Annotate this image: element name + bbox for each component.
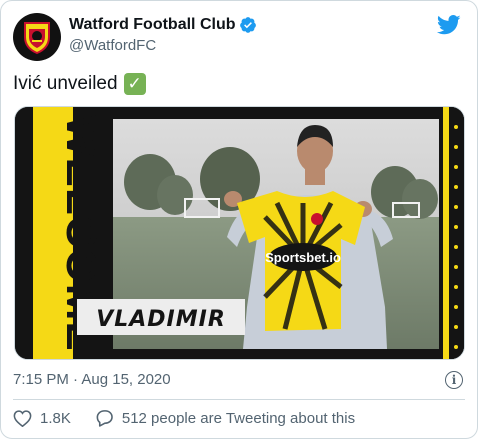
sponsor-text: Sportsbet.io xyxy=(265,250,341,265)
check-mark-emoji-icon: ✓ xyxy=(123,73,146,95)
action-bar: 1.8K 512 people are Tweeting about this xyxy=(13,409,355,427)
divider xyxy=(13,399,465,400)
info-icon[interactable]: i xyxy=(445,371,463,389)
welcome-graphic: WELCOME Sportsbet.io VLADIMIR xyxy=(15,107,464,359)
conversation-text: 512 people are Tweeting about this xyxy=(121,409,356,427)
heart-icon xyxy=(13,409,32,427)
avatar[interactable] xyxy=(13,13,61,61)
watford-crest-icon xyxy=(24,22,50,55)
like-count: 1.8K xyxy=(40,409,71,427)
handle[interactable]: @WatfordFC xyxy=(69,37,257,54)
tweet-text: Ivić unveiled ✓ xyxy=(13,73,146,95)
verified-badge-icon xyxy=(240,17,257,33)
timestamp-link[interactable]: 7:15 PM · Aug 15, 2020 xyxy=(13,371,171,388)
twitter-bird-icon[interactable] xyxy=(437,15,461,35)
display-name-text: Watford Football Club xyxy=(69,16,236,33)
like-button[interactable]: 1.8K xyxy=(13,410,95,427)
name-plate-text: VLADIMIR xyxy=(96,307,226,332)
tweet-text-content: Ivić unveiled xyxy=(13,73,118,94)
conversation-link[interactable]: 512 people are Tweeting about this xyxy=(95,409,355,427)
author-block: Watford Football Club @WatfordFC xyxy=(69,16,257,54)
tweet-card: Watford Football Club @WatfordFC Ivić un… xyxy=(0,0,478,439)
speech-bubble-icon xyxy=(96,410,113,427)
display-name[interactable]: Watford Football Club xyxy=(69,16,257,34)
tweet-image[interactable]: WELCOME Sportsbet.io VLADIMIR xyxy=(14,106,465,360)
